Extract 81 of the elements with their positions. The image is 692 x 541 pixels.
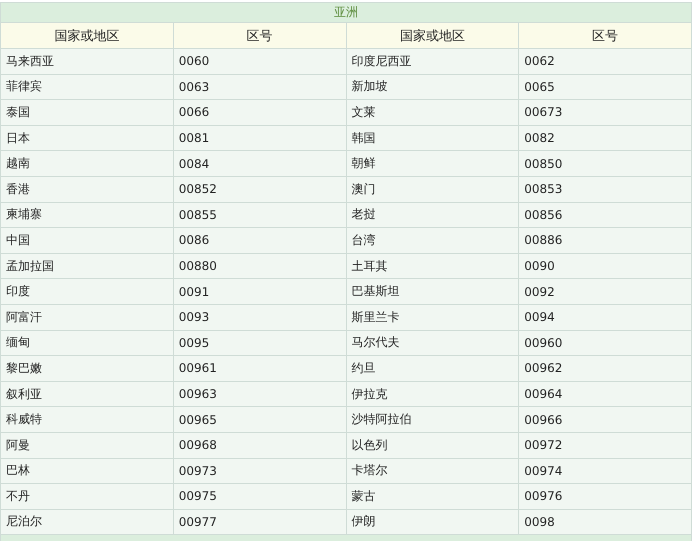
table-cell: 00975 (173, 484, 346, 510)
table-cell: 黎巴嫩 (0, 356, 174, 382)
table-cell: 伊拉克 (346, 381, 519, 407)
table-cell: 0063 (173, 74, 346, 100)
table-cell: 0094 (518, 304, 692, 330)
table-cell: 土耳其 (346, 253, 519, 279)
table-cell: 越南 (0, 150, 174, 176)
section-title: 亚洲 (0, 2, 692, 22)
table-cell: 0092 (518, 278, 692, 304)
table-cell: 0060 (173, 48, 346, 74)
table-cell: 0065 (518, 74, 692, 100)
table-cell: 00852 (173, 176, 346, 202)
table-cell: 马尔代夫 (346, 330, 519, 356)
table-cell: 00972 (518, 432, 692, 458)
table-cell: 0095 (173, 330, 346, 356)
table-cell: 菲律宾 (0, 74, 174, 100)
table-cell: 00963 (173, 381, 346, 407)
table-cell: 00973 (173, 458, 346, 484)
table-cell: 朝鲜 (346, 150, 519, 176)
table-cell: 00977 (173, 509, 346, 535)
table-cell: 孟加拉国 (0, 253, 174, 279)
table-cell: 约旦 (346, 356, 519, 382)
table-cell: 卡塔尔 (346, 458, 519, 484)
table-cell: 0082 (518, 125, 692, 151)
table-cell: 0090 (518, 253, 692, 279)
table-cell: 0098 (518, 509, 692, 535)
table-cell: 缅甸 (0, 330, 174, 356)
table-cell: 0084 (173, 150, 346, 176)
table-cell: 韩国 (346, 125, 519, 151)
table-cell: 00856 (518, 202, 692, 228)
table-cell: 科威特 (0, 406, 174, 432)
column-header: 国家或地区 (346, 22, 519, 48)
table-cell: 泰国 (0, 100, 174, 126)
table-cell: 00968 (173, 432, 346, 458)
table-cell: 以色列 (346, 432, 519, 458)
table-cell: 中国 (0, 228, 174, 254)
column-header: 区号 (518, 22, 692, 48)
table-cell: 沙特阿拉伯 (346, 406, 519, 432)
table-cell: 阿曼 (0, 432, 174, 458)
table-cell: 马来西亚 (0, 48, 174, 74)
table-cell: 00965 (173, 406, 346, 432)
table-cell: 不丹 (0, 484, 174, 510)
table-cell: 00961 (173, 356, 346, 382)
table-cell: 香港 (0, 176, 174, 202)
table-cell: 0086 (173, 228, 346, 254)
table-cell: 00976 (518, 484, 692, 510)
table-cell: 柬埔寨 (0, 202, 174, 228)
table-cell: 文莱 (346, 100, 519, 126)
table-cell: 00880 (173, 253, 346, 279)
table-cell: 日本 (0, 125, 174, 151)
table-cell: 00886 (518, 228, 692, 254)
table-cell: 0091 (173, 278, 346, 304)
table-cell: 新加坡 (346, 74, 519, 100)
column-header: 区号 (173, 22, 346, 48)
table-cell: 印度尼西亚 (346, 48, 519, 74)
table-cell: 台湾 (346, 228, 519, 254)
table-cell: 00966 (518, 406, 692, 432)
table-cell: 0066 (173, 100, 346, 126)
table-cell: 0062 (518, 48, 692, 74)
table-cell: 00853 (518, 176, 692, 202)
table-cell: 澳门 (346, 176, 519, 202)
table-cell: 0093 (173, 304, 346, 330)
table-cell: 巴基斯坦 (346, 278, 519, 304)
table-cell: 0081 (173, 125, 346, 151)
table-cell: 叙利亚 (0, 381, 174, 407)
table-cell: 00850 (518, 150, 692, 176)
table-cell: 巴林 (0, 458, 174, 484)
table-cell: 00855 (173, 202, 346, 228)
table-cell: 00974 (518, 458, 692, 484)
table-cell: 印度 (0, 278, 174, 304)
table-cell: 00673 (518, 100, 692, 126)
table-cell: 斯里兰卡 (346, 304, 519, 330)
table-cell: 00962 (518, 356, 692, 382)
table-cell: 00964 (518, 381, 692, 407)
column-header: 国家或地区 (0, 22, 174, 48)
table-cell: 尼泊尔 (0, 509, 174, 535)
table-cell: 蒙古 (346, 484, 519, 510)
table-cell: 阿富汗 (0, 304, 174, 330)
table-cell: 老挝 (346, 202, 519, 228)
table-cell: 00960 (518, 330, 692, 356)
table-cell: 伊朗 (346, 509, 519, 535)
